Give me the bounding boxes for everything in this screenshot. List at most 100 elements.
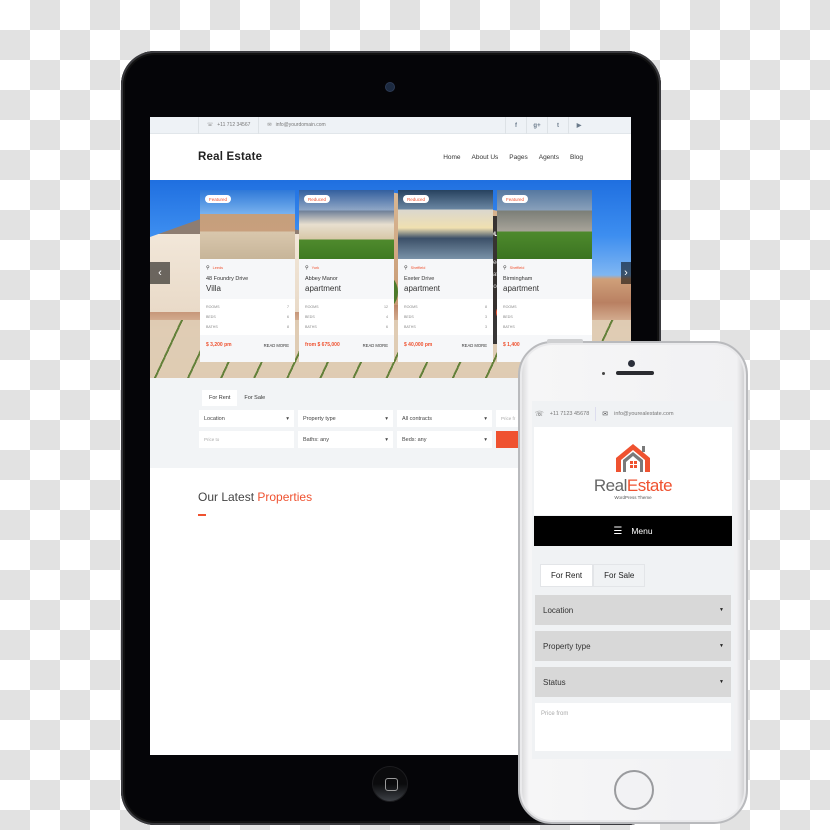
phone-icon: ☏: [535, 411, 544, 418]
property-type: apartment: [503, 284, 540, 293]
search-tabs: For Rent For Sale: [202, 390, 273, 406]
tab-for-sale[interactable]: For Sale: [237, 390, 273, 406]
property-card[interactable]: Featured ⚲ Leeds 48 Foundry Drive Villa R…: [200, 190, 295, 362]
location-text: Sheffield: [410, 266, 426, 270]
price-from-input[interactable]: Price from: [535, 703, 731, 751]
caret-down-icon: ▾: [484, 415, 487, 422]
spec-value: 4: [386, 315, 388, 319]
phone-number[interactable]: +11 7123 45678: [550, 411, 590, 417]
status-badge: Reduced: [304, 195, 331, 203]
baths-select[interactable]: Baths: any ▾: [298, 431, 393, 448]
caret-down-icon: ▼: [719, 643, 724, 649]
nav-pages[interactable]: Pages: [509, 154, 527, 161]
tablet-home-button[interactable]: [372, 766, 408, 802]
speaker-grille: [616, 371, 654, 375]
select-label: Baths: any: [303, 436, 329, 443]
site-brand[interactable]: Real Estate: [198, 151, 262, 163]
property-card[interactable]: Reduced ⚲ Sheffield Exeter Drive apartmen…: [398, 190, 493, 362]
search-row-2: Price to Baths: any ▾ Beds: any ▾: [199, 431, 526, 448]
tab-for-sale[interactable]: For Sale: [593, 564, 646, 587]
spec-value: 8: [287, 325, 289, 329]
youtube-icon[interactable]: ▶: [568, 117, 589, 134]
map-pin-icon: ⚲: [206, 265, 210, 271]
spec-label: ROOMS: [305, 305, 319, 309]
title-plain: Our Latest: [198, 490, 255, 504]
location-select[interactable]: Location ▼: [535, 595, 731, 625]
tab-for-rent[interactable]: For Rent: [202, 390, 238, 406]
spec-baths: BATHS 6: [305, 322, 388, 332]
house-logo-icon: [616, 444, 650, 472]
menu-label: Menu: [631, 526, 653, 536]
card-location: ⚲ Sheffield: [404, 265, 487, 271]
spec-rooms: ROOMS 12: [305, 302, 388, 312]
email-address[interactable]: info@yourealestate.com: [614, 411, 673, 417]
menu-toggle-button[interactable]: ☰ Menu: [534, 516, 732, 546]
property-image[interactable]: Featured: [200, 190, 295, 259]
slider-next-button[interactable]: ›: [621, 262, 631, 284]
spec-value: 6: [287, 315, 289, 319]
facebook-icon[interactable]: f: [505, 117, 526, 134]
property-type-select[interactable]: Property type ▾: [298, 410, 393, 427]
spec-value: 3: [485, 315, 487, 319]
phone-home-button[interactable]: [614, 770, 654, 810]
tab-for-rent[interactable]: For Rent: [540, 564, 594, 587]
proximity-sensor: [602, 372, 605, 375]
property-name[interactable]: Abbey Manor: [305, 276, 388, 282]
contracts-select[interactable]: All contracts ▾: [397, 410, 492, 427]
envelope-icon: ✉: [267, 122, 272, 128]
envelope-icon: ✉: [602, 411, 609, 418]
top-bar: ☏ +11 712 34567 ✉ info@yourdomain.com f …: [150, 117, 631, 134]
caret-down-icon: ▾: [286, 415, 289, 422]
read-more-link[interactable]: READ MORE: [363, 343, 388, 348]
select-label: Location: [204, 415, 225, 422]
title-underline: [198, 514, 206, 516]
beds-select[interactable]: Beds: any ▾: [397, 431, 492, 448]
site-logo[interactable]: RealEstate WordPress Theme: [534, 427, 732, 515]
email-contact[interactable]: ✉ info@yourdomain.com: [258, 117, 333, 134]
property-image[interactable]: Featured: [497, 190, 592, 259]
spec-label: BATHS: [305, 325, 317, 329]
card-price: from $ 675,000: [305, 342, 340, 348]
twitter-icon[interactable]: t: [547, 117, 568, 134]
spec-baths: BATHS 3: [404, 322, 487, 332]
phone-power-button[interactable]: [547, 339, 583, 343]
property-image[interactable]: Reduced: [398, 190, 493, 259]
select-label: All contracts: [402, 415, 432, 422]
spec-baths: BATHS: [503, 322, 586, 332]
select-label: Property type: [303, 415, 336, 422]
price-to-input[interactable]: Price to: [199, 431, 294, 448]
status-select[interactable]: Status ▼: [535, 667, 731, 697]
nav-blog[interactable]: Blog: [570, 154, 583, 161]
caret-down-icon: ▾: [385, 436, 388, 443]
spec-beds: BEDS 3: [404, 312, 487, 322]
divider: [595, 407, 597, 421]
spec-rooms: ROOMS: [503, 302, 586, 312]
location-text: York: [311, 266, 320, 270]
read-more-link[interactable]: READ MORE: [462, 343, 487, 348]
logo-word-orange: Estate: [626, 476, 673, 495]
spec-beds: BEDS 6: [206, 312, 289, 322]
location-select[interactable]: Location ▾: [199, 410, 294, 427]
spec-rooms: ROOMS 7: [206, 302, 289, 312]
nav-home[interactable]: Home: [443, 154, 460, 161]
camera-icon: [386, 83, 394, 91]
card-location: ⚲ Sheffield: [503, 265, 586, 271]
social-links: f g+ t ▶: [505, 117, 589, 134]
slider-prev-button[interactable]: ‹: [150, 262, 170, 284]
property-name[interactable]: Birmingham: [503, 276, 586, 282]
property-image[interactable]: Reduced: [299, 190, 394, 259]
property-card[interactable]: Featured ⚲ Sheffield Birmingham apartment…: [497, 190, 592, 362]
title-accent: Properties: [257, 490, 313, 504]
select-label: Property type: [543, 641, 591, 651]
google-plus-icon[interactable]: g+: [526, 117, 547, 134]
property-name[interactable]: Exeter Drive: [404, 276, 487, 282]
phone-icon: ☏: [207, 122, 214, 128]
nav-menu: Home About Us Pages Agents Blog: [443, 154, 583, 161]
property-name[interactable]: 48 Foundry Drive: [206, 276, 289, 282]
phone-contact[interactable]: ☏ +11 712 34567: [198, 117, 258, 134]
nav-about-us[interactable]: About Us: [472, 154, 499, 161]
property-card[interactable]: Reduced ⚲ York Abbey Manor apartment ROOM…: [299, 190, 394, 362]
nav-agents[interactable]: Agents: [539, 154, 559, 161]
read-more-link[interactable]: READ MORE: [264, 343, 289, 348]
property-type-select[interactable]: Property type ▼: [535, 631, 731, 661]
